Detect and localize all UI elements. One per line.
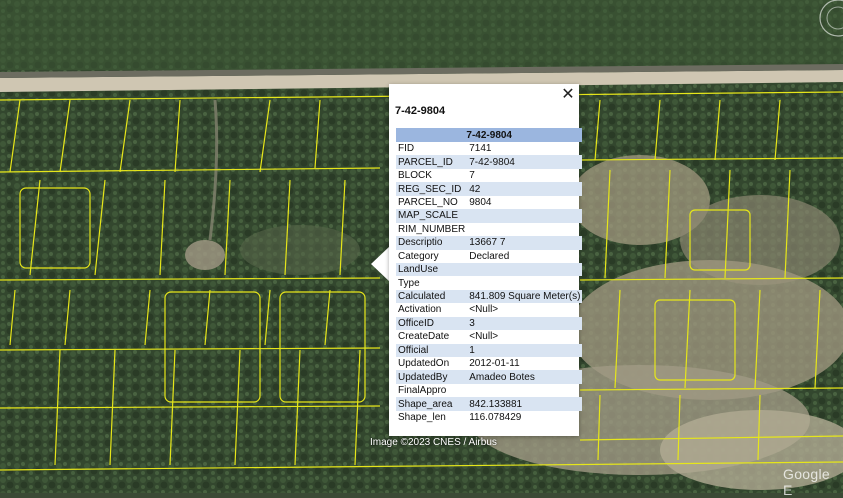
table-row: UpdatedOn 2012-01-11 bbox=[396, 357, 582, 370]
table-row: PARCEL_ID 7-42-9804 bbox=[396, 155, 583, 169]
table-row: UpdatedBy Amadeo Botes bbox=[396, 370, 583, 384]
attribute-value: 116.078429 bbox=[469, 411, 522, 423]
table-row: Category Declared bbox=[396, 250, 582, 263]
attribute-key: BLOCK bbox=[398, 170, 432, 182]
attribute-value bbox=[467, 384, 582, 397]
attribute-value bbox=[467, 262, 583, 277]
table-row: Calculated 841.809 Square Meter(s) bbox=[396, 289, 583, 304]
close-icon[interactable]: ✕ bbox=[560, 85, 576, 103]
attribute-value: <Null> bbox=[469, 304, 499, 316]
attribute-value: 842.133881 bbox=[467, 397, 583, 411]
attribute-value: 7 bbox=[469, 170, 475, 182]
attribute-value bbox=[467, 223, 582, 236]
attribute-value: <Null> bbox=[469, 331, 499, 343]
attribute-value: 3 bbox=[467, 316, 583, 331]
attribute-value: 7-42-9804 bbox=[467, 155, 583, 169]
attribute-key: CreateDate bbox=[398, 331, 450, 343]
table-row: Descriptio 13667 7 bbox=[396, 236, 583, 250]
attribute-key: LandUse bbox=[396, 262, 468, 277]
attribute-value bbox=[467, 276, 582, 289]
table-row: Official 1 bbox=[396, 343, 583, 357]
attribute-key: Shape_len bbox=[398, 411, 446, 423]
attribute-key: Calculated bbox=[396, 289, 468, 304]
attribute-key: UpdatedBy bbox=[396, 370, 468, 384]
attribute-key: Category bbox=[398, 250, 439, 262]
attribute-value: 9804 bbox=[469, 196, 492, 208]
table-row: FID 7141 bbox=[396, 142, 582, 155]
imagery-copyright: Image ©2023 CNES / Airbus bbox=[370, 437, 497, 448]
attribute-key: Descriptio bbox=[396, 236, 468, 250]
table-row: Activation <Null> bbox=[396, 303, 582, 316]
table-row: LandUse bbox=[396, 262, 583, 277]
attribute-key: RIM_NUMBER bbox=[398, 223, 466, 235]
attribute-value: 7141 bbox=[469, 143, 492, 155]
attribute-value: 841.809 Square Meter(s) bbox=[467, 289, 583, 304]
table-row: BLOCK 7 bbox=[396, 169, 582, 182]
attribute-value: 1 bbox=[467, 343, 583, 357]
google-logo: Google E bbox=[783, 466, 830, 498]
table-row: REG_SEC_ID 42 bbox=[396, 182, 583, 196]
attribute-key: OfficeID bbox=[396, 316, 468, 331]
attribute-table-header: 7-42-9804 bbox=[396, 128, 583, 142]
table-row: RIM_NUMBER bbox=[396, 223, 582, 236]
attribute-value: Amadeo Botes bbox=[467, 370, 583, 384]
attribute-key: UpdatedOn bbox=[398, 358, 450, 370]
table-row: FinalAppro bbox=[396, 384, 582, 397]
table-row: Shape_len 116.078429 bbox=[396, 411, 582, 424]
table-row: OfficeID 3 bbox=[396, 316, 583, 331]
popup-title: 7-42-9804 bbox=[395, 105, 446, 117]
table-row: PARCEL_NO 9804 bbox=[396, 196, 582, 209]
attribute-key: PARCEL_NO bbox=[398, 196, 458, 208]
attribute-value: 2012-01-11 bbox=[469, 358, 520, 370]
attribute-value bbox=[467, 209, 583, 223]
attribute-key: FinalAppro bbox=[398, 385, 447, 397]
attribute-key: MAP_SCALE bbox=[396, 209, 468, 223]
feature-info-popup: ✕ 7-42-9804 7-42-9804 FID 7141 PARCEL_ID 7… bbox=[389, 84, 583, 436]
attribute-value: 13667 7 bbox=[467, 236, 583, 250]
attribute-key: Type bbox=[398, 277, 420, 289]
attribute-key: REG_SEC_ID bbox=[396, 182, 468, 196]
table-row: Shape_area 842.133881 bbox=[396, 397, 583, 411]
attribute-table: 7-42-9804 FID 7141 PARCEL_ID 7-42-9804 BLO… bbox=[396, 128, 583, 424]
attribute-key: Activation bbox=[398, 304, 442, 316]
attribute-key: Official bbox=[396, 343, 468, 357]
attribute-key: FID bbox=[398, 143, 415, 155]
attribute-value: 42 bbox=[467, 182, 583, 196]
attribute-key: Shape_area bbox=[396, 397, 468, 411]
attribute-key: PARCEL_ID bbox=[396, 155, 468, 169]
table-row: Type bbox=[396, 276, 582, 289]
table-row: MAP_SCALE bbox=[396, 209, 583, 223]
table-row: CreateDate <Null> bbox=[396, 330, 582, 343]
popup-pointer bbox=[371, 246, 390, 282]
attribute-value: Declared bbox=[469, 250, 510, 262]
